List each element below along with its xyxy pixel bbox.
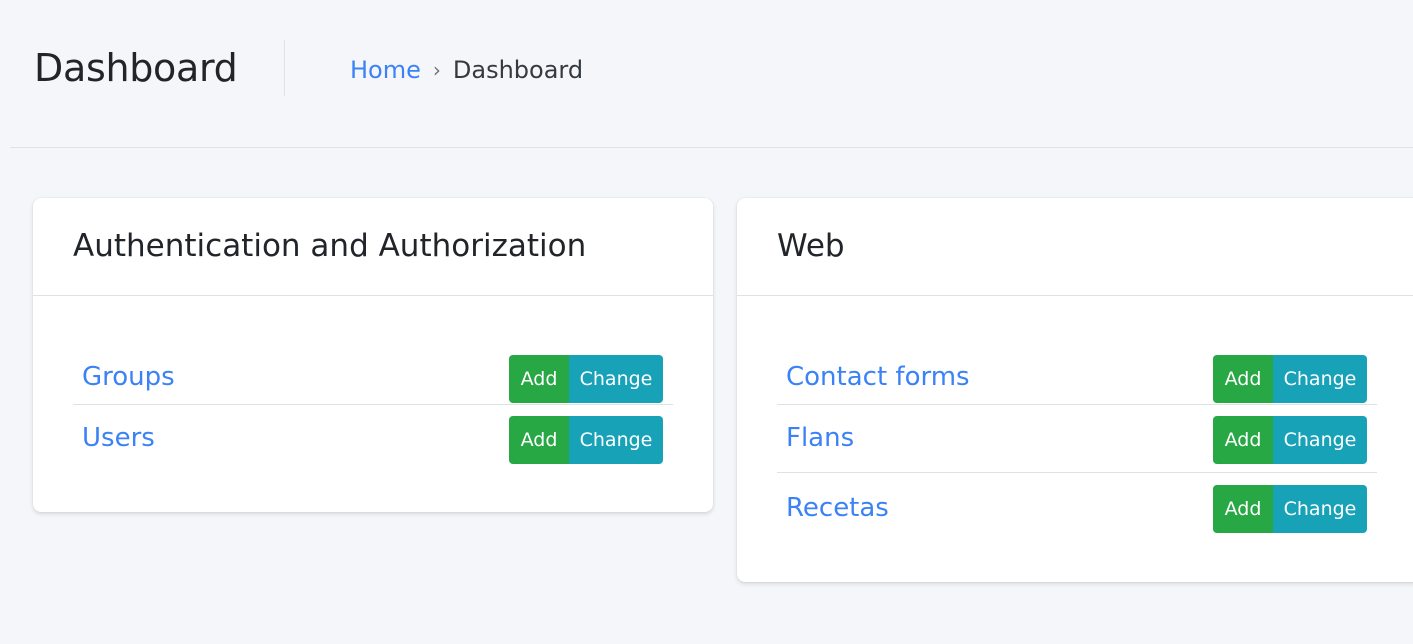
card-title: Authentication and Authorization xyxy=(73,228,587,264)
card-title: Web xyxy=(777,228,845,264)
add-users-button[interactable]: Add xyxy=(509,416,569,464)
model-actions: Add Change xyxy=(1213,485,1367,533)
add-recetas-button[interactable]: Add xyxy=(1213,485,1273,533)
model-row-flans: Flans Add Change xyxy=(777,404,1377,472)
change-flans-button[interactable]: Change xyxy=(1273,416,1367,464)
model-link-recetas[interactable]: Recetas xyxy=(786,488,889,528)
model-link-users[interactable]: Users xyxy=(82,418,155,458)
model-link-groups[interactable]: Groups xyxy=(82,357,175,397)
change-groups-button[interactable]: Change xyxy=(569,355,663,403)
card-header: Authentication and Authorization xyxy=(33,198,713,296)
model-row-groups: Groups Add Change xyxy=(73,344,673,412)
model-row-recetas: Recetas Add Change xyxy=(777,472,1377,540)
add-groups-button[interactable]: Add xyxy=(509,355,569,403)
model-link-flans[interactable]: Flans xyxy=(786,418,854,458)
header-divider xyxy=(284,40,285,96)
change-recetas-button[interactable]: Change xyxy=(1273,485,1367,533)
model-row-users: Users Add Change xyxy=(73,404,673,472)
breadcrumb-home-link[interactable]: Home xyxy=(350,53,421,87)
model-link-contact-forms[interactable]: Contact forms xyxy=(786,357,970,397)
change-contact-forms-button[interactable]: Change xyxy=(1273,355,1367,403)
model-actions: Add Change xyxy=(1213,355,1367,403)
add-flans-button[interactable]: Add xyxy=(1213,416,1273,464)
model-actions: Add Change xyxy=(1213,416,1367,464)
change-users-button[interactable]: Change xyxy=(569,416,663,464)
breadcrumb-current: Dashboard xyxy=(452,56,584,84)
model-row-contact-forms: Contact forms Add Change xyxy=(777,344,1377,412)
add-contact-forms-button[interactable]: Add xyxy=(1213,355,1273,403)
card-header: Web xyxy=(737,198,1413,296)
content-header: Dashboard Home › Dashboard xyxy=(10,0,1413,148)
model-actions: Add Change xyxy=(509,355,663,403)
page-title: Dashboard xyxy=(34,46,238,90)
model-actions: Add Change xyxy=(509,416,663,464)
app-card-auth: Authentication and Authorization Groups … xyxy=(33,198,713,512)
breadcrumb-separator: › xyxy=(432,58,441,82)
breadcrumb: Home › Dashboard xyxy=(350,53,583,87)
app-card-web: Web Contact forms Add Change Flans Add C… xyxy=(737,198,1413,582)
